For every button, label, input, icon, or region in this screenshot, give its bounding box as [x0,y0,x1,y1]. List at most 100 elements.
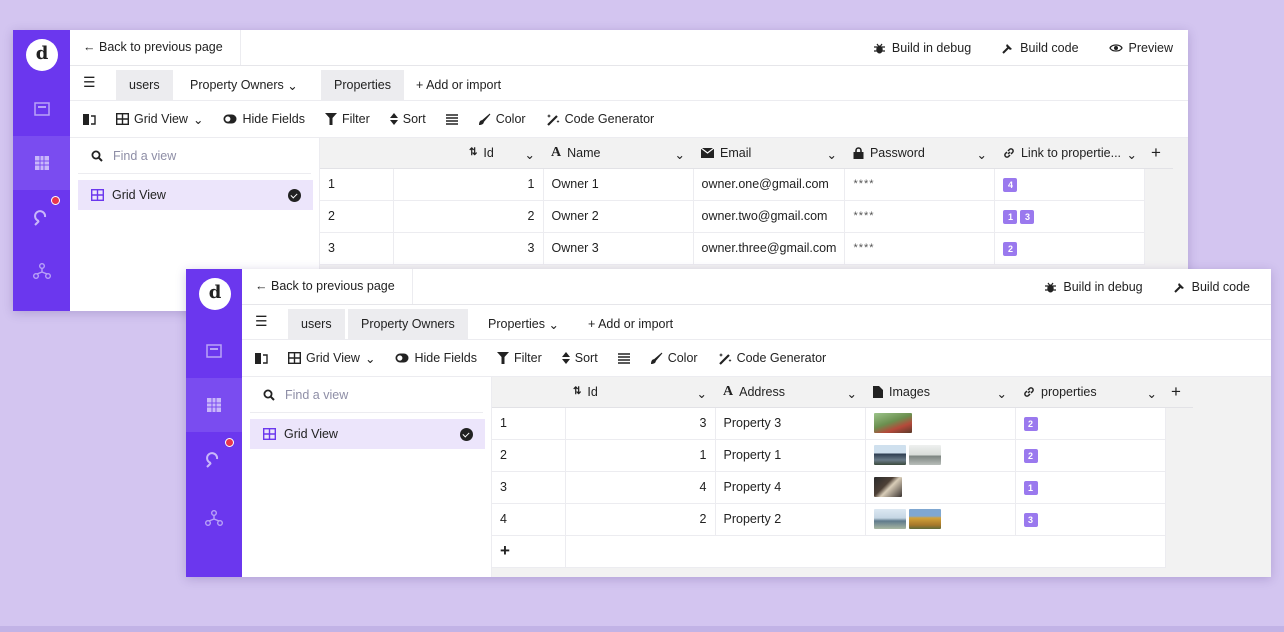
cell-link[interactable]: 2 [994,232,1146,265]
cell-properties[interactable]: 2 [1015,407,1166,440]
cell-link[interactable]: 13 [994,200,1146,233]
cell-images[interactable] [865,471,1016,504]
row-height-button[interactable] [445,113,458,125]
cell-name[interactable]: Owner 1 [543,168,694,201]
image-thumbnail[interactable] [873,413,912,433]
column-header-images[interactable]: Images ⌄ [865,377,1015,408]
tab-property-owners[interactable]: Property Owners [348,309,468,339]
cell-email[interactable]: owner.two@gmail.com [693,200,846,233]
cell-id[interactable]: 2 [393,200,544,233]
chevron-down-icon[interactable]: ⌄ [1126,147,1136,162]
add-column-button[interactable]: + [1144,138,1173,169]
link-badge[interactable]: 2 [1023,416,1038,431]
app-logo[interactable]: d [26,39,58,71]
chevron-down-icon[interactable]: ⌄ [675,147,685,162]
sort-button[interactable]: Sort [561,351,598,365]
sidebar-editor-icon[interactable] [186,324,242,378]
image-thumbnail[interactable] [873,445,906,465]
cell-name[interactable]: Owner 2 [543,200,694,233]
back-button[interactable]: ← Back to previous page [255,279,395,293]
sidebar-database-icon[interactable] [186,378,242,432]
link-badge[interactable]: 4 [1003,177,1018,192]
grid-view-dropdown[interactable]: Grid View ⌄ [288,351,375,366]
cell-properties[interactable]: 3 [1015,503,1166,536]
cell-id[interactable]: 1 [393,168,544,201]
table-row[interactable]: 3 4 Property 4 1 [492,471,1193,504]
tab-properties[interactable]: Properties [321,70,404,100]
grid-view-dropdown[interactable]: Grid View ⌄ [116,112,203,127]
view-item-grid[interactable]: Grid View [250,419,485,449]
chevron-down-icon[interactable]: ⌄ [1147,386,1157,401]
sidebar-database-icon[interactable] [13,136,70,190]
tab-users[interactable]: users [116,70,173,100]
cell-address[interactable]: Property 4 [715,471,866,504]
cell-password[interactable]: **** [844,168,996,201]
add-row[interactable]: + [492,535,1193,568]
cell-address[interactable]: Property 2 [715,503,866,536]
view-search[interactable]: Find a view [78,138,311,174]
table-row[interactable]: 2 2 Owner 2 owner.two@gmail.com **** 13 [320,200,1173,233]
cell-id[interactable]: 2 [565,503,716,536]
cell-images[interactable] [865,407,1016,440]
hide-fields-button[interactable]: Hide Fields [395,351,477,365]
tab-properties[interactable]: Properties ⌄ [475,309,572,339]
sidebar-workflow-icon[interactable] [186,491,242,545]
table-row[interactable]: 4 2 Property 2 3 [492,503,1193,536]
add-import-button[interactable]: + Add or import [403,70,514,100]
chevron-down-icon[interactable]: ⌄ [826,147,836,162]
sidebar-workflow-icon[interactable] [13,244,70,298]
column-header-link[interactable]: Link to propertie... ⌄ [994,138,1145,169]
tab-property-owners[interactable]: Property Owners ⌄ [177,70,311,100]
add-column-button[interactable]: + [1165,377,1193,408]
app-logo[interactable]: d [199,278,231,310]
cell-id[interactable]: 3 [565,407,716,440]
toggle-sidebar-button[interactable] [254,352,268,365]
cell-id[interactable]: 1 [565,439,716,472]
cell-id[interactable]: 4 [565,471,716,504]
build-debug-button[interactable]: Build in debug [1029,280,1157,294]
sort-button[interactable]: Sort [389,112,426,126]
column-header-properties[interactable]: properties ⌄ [1015,377,1165,408]
column-header-address[interactable]: A Address ⌄ [715,377,865,408]
menu-icon[interactable]: ☰ [255,314,268,328]
link-badge[interactable]: 1 [1023,480,1038,495]
cell-id[interactable]: 3 [393,232,544,265]
table-row[interactable]: 2 1 Property 1 2 [492,439,1193,472]
build-debug-button[interactable]: Build in debug [858,41,986,55]
link-badge[interactable]: 3 [1023,512,1038,527]
chevron-down-icon[interactable]: ⌄ [525,147,535,162]
cell-images[interactable] [865,503,1016,536]
cell-email[interactable]: owner.one@gmail.com [693,168,846,201]
cell-name[interactable]: Owner 3 [543,232,694,265]
row-height-button[interactable] [617,352,630,364]
hide-fields-button[interactable]: Hide Fields [223,112,305,126]
chevron-down-icon[interactable]: ⌄ [697,386,707,401]
view-item-grid[interactable]: Grid View [78,180,313,210]
cell-images[interactable] [865,439,1016,472]
tab-users[interactable]: users [288,309,345,339]
color-button[interactable]: Color [650,351,698,365]
column-header-id[interactable]: ⇅ Id ⌄ [565,377,715,408]
toggle-sidebar-button[interactable] [82,113,96,126]
cell-address[interactable]: Property 3 [715,407,866,440]
view-search[interactable]: Find a view [250,377,483,413]
link-badge[interactable]: 2 [1023,448,1038,463]
filter-button[interactable]: Filter [324,112,370,126]
add-import-button[interactable]: + Add or import [575,309,686,339]
cell-properties[interactable]: 1 [1015,471,1166,504]
cell-address[interactable]: Property 1 [715,439,866,472]
build-code-button[interactable]: Build code [986,41,1093,55]
chevron-down-icon[interactable]: ⌄ [847,386,857,401]
cell-link[interactable]: 4 [994,168,1146,201]
color-button[interactable]: Color [478,112,526,126]
table-row[interactable]: 1 3 Property 3 2 [492,407,1193,440]
sidebar-editor-icon[interactable] [13,82,70,136]
build-code-button[interactable]: Build code [1158,280,1265,294]
chevron-down-icon[interactable]: ⌄ [976,147,986,162]
code-generator-button[interactable]: Code Generator [718,351,826,365]
cell-password[interactable]: **** [844,200,996,233]
table-row[interactable]: 1 1 Owner 1 owner.one@gmail.com **** 4 [320,168,1173,201]
cell-properties[interactable]: 2 [1015,439,1166,472]
column-header-password[interactable]: Password ⌄ [844,138,995,169]
image-thumbnail[interactable] [873,477,902,497]
